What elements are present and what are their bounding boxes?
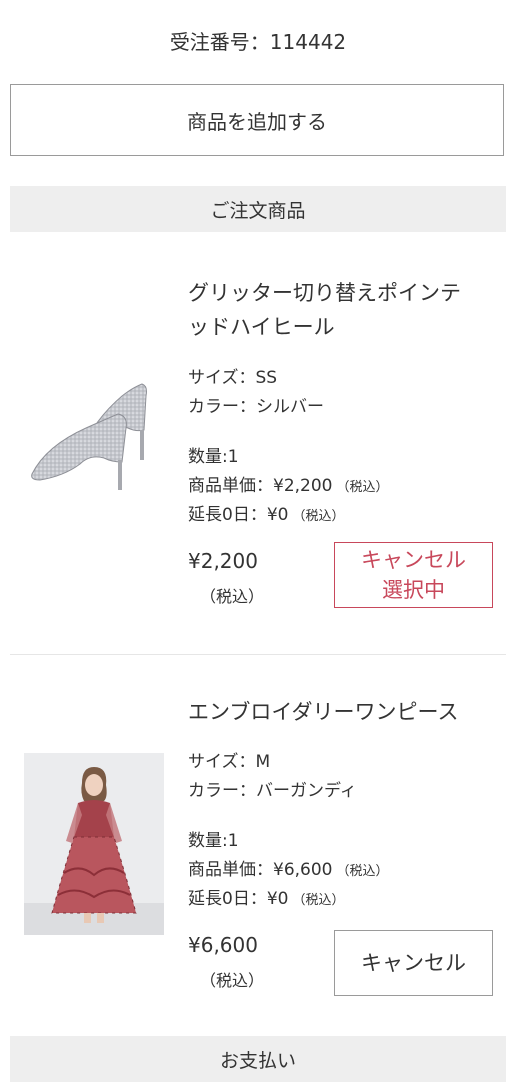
item-name-line2: ッドハイヒール [188,315,335,339]
item-size: サイズ：M [188,752,271,772]
unit-price-value: 商品単価：¥2,200 [188,476,333,496]
item-price: ¥6,600 [188,933,258,957]
item-price-tax: （税込） [200,587,265,606]
unit-price-value: 商品単価：¥6,600 [188,860,333,880]
item-size: サイズ：SS [188,368,278,388]
item-unit-price: 商品単価：¥6,600 （税込） [188,856,508,886]
item-quantity: 数量:1 [188,831,239,851]
cancel-button[interactable]: キャンセル [334,930,493,996]
item-price: ¥2,200 [188,549,258,573]
cancel-label: キャンセル [361,951,466,975]
item-extension: 延長0日：¥0 （税込） [188,501,508,531]
item-unit-price: 商品単価：¥2,200 （税込） [188,472,508,502]
item-price-tax: （税込） [200,971,265,990]
ordered-items-header: ご注文商品 [10,186,506,232]
payment-header: お支払い [10,1036,506,1082]
cancel-selected-label: 選択中 [382,578,445,602]
burgundy-embroidered-dress-image [24,753,164,935]
tax-note: （税込） [336,480,389,495]
add-item-button[interactable]: 商品を追加する [10,84,504,156]
tax-note: （税込） [292,893,345,908]
item-name-line1: エンブロイダリーワンピース [188,700,459,724]
order-number: 受注番号：114442 [169,30,347,54]
cancel-selected-button[interactable]: キャンセル 選択中 [334,542,493,608]
extension-value: 延長0日：¥0 [188,505,289,525]
item-quantity: 数量:1 [188,447,239,467]
extension-value: 延長0日：¥0 [188,889,289,909]
tax-note: （税込） [336,864,389,879]
item-extension: 延長0日：¥0 （税込） [188,885,508,915]
silver-glitter-pumps-image [24,332,164,512]
item-color: カラー：シルバー [188,397,324,417]
order-item: グリッター切り替えポインテ ッドハイヒール サイズ：SS カラー：シルバー 数量… [10,232,506,652]
item-name-line1: グリッター切り替えポインテ [188,281,461,305]
item-color: カラー：バーガンディ [188,781,357,801]
tax-note: （税込） [292,509,345,524]
cancel-label: キャンセル [361,548,466,572]
order-item: エンブロイダリーワンピース サイズ：M カラー：バーガンディ 数量:1 商品単価… [10,655,506,1035]
